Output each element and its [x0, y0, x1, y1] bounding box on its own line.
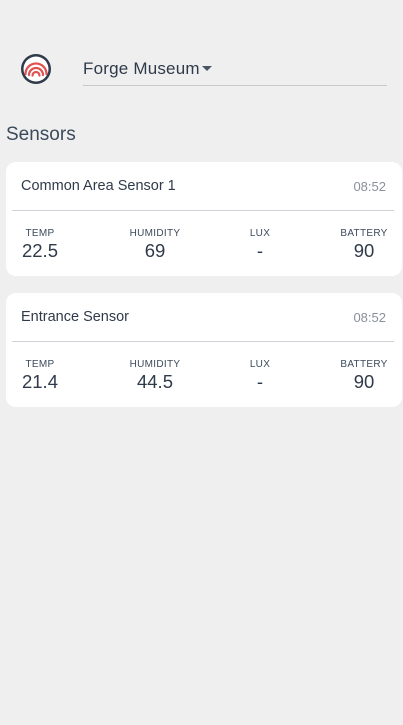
sensor-time: 08:52	[353, 179, 386, 194]
sensor-name: Common Area Sensor 1	[21, 178, 176, 194]
metric-value: 44.5	[136, 371, 173, 392]
metric-value: -	[256, 371, 264, 392]
card-divider	[12, 341, 394, 342]
metric-humidity: HUMIDITY 44.5	[124, 359, 186, 393]
metric-battery: BATTERY 90	[338, 359, 390, 393]
sensor-time: 08:52	[353, 310, 386, 325]
metric-value: 69	[144, 240, 166, 261]
sensor-card[interactable]: Entrance Sensor 08:52 TEMP 21.4 HUMIDITY…	[6, 293, 402, 407]
site-name: Forge Museum	[83, 59, 200, 78]
metric-label: HUMIDITY	[129, 359, 181, 370]
metric-value: -	[256, 240, 264, 261]
metric-lux: LUX -	[240, 228, 280, 262]
metric-lux: LUX -	[240, 359, 280, 393]
section-title: Sensors	[6, 124, 76, 145]
metric-label: TEMP	[25, 228, 55, 239]
metric-label: BATTERY	[340, 359, 388, 370]
metric-humidity: HUMIDITY 69	[124, 228, 186, 262]
metric-label: LUX	[249, 359, 271, 370]
metric-value: 22.5	[21, 240, 58, 261]
metric-value: 90	[353, 240, 375, 261]
caret-down-icon	[202, 66, 212, 71]
sensor-name: Entrance Sensor	[21, 309, 130, 325]
metric-temp: TEMP 22.5	[20, 228, 60, 262]
sensor-card[interactable]: Common Area Sensor 1 08:52 TEMP 22.5 HUM…	[6, 162, 402, 276]
metric-temp: TEMP 21.4	[20, 359, 60, 393]
metric-label: HUMIDITY	[129, 228, 181, 239]
metric-label: TEMP	[25, 359, 55, 370]
app-header: Forge Museum	[0, 0, 403, 100]
metric-label: BATTERY	[340, 228, 388, 239]
ripple-logo-icon	[20, 53, 52, 85]
metric-battery: BATTERY 90	[338, 228, 390, 262]
metric-value: 21.4	[21, 371, 58, 392]
site-selector-dropdown[interactable]: Forge Museum	[83, 56, 387, 86]
card-divider	[12, 210, 394, 211]
metric-value: 90	[353, 371, 375, 392]
metric-label: LUX	[249, 228, 271, 239]
